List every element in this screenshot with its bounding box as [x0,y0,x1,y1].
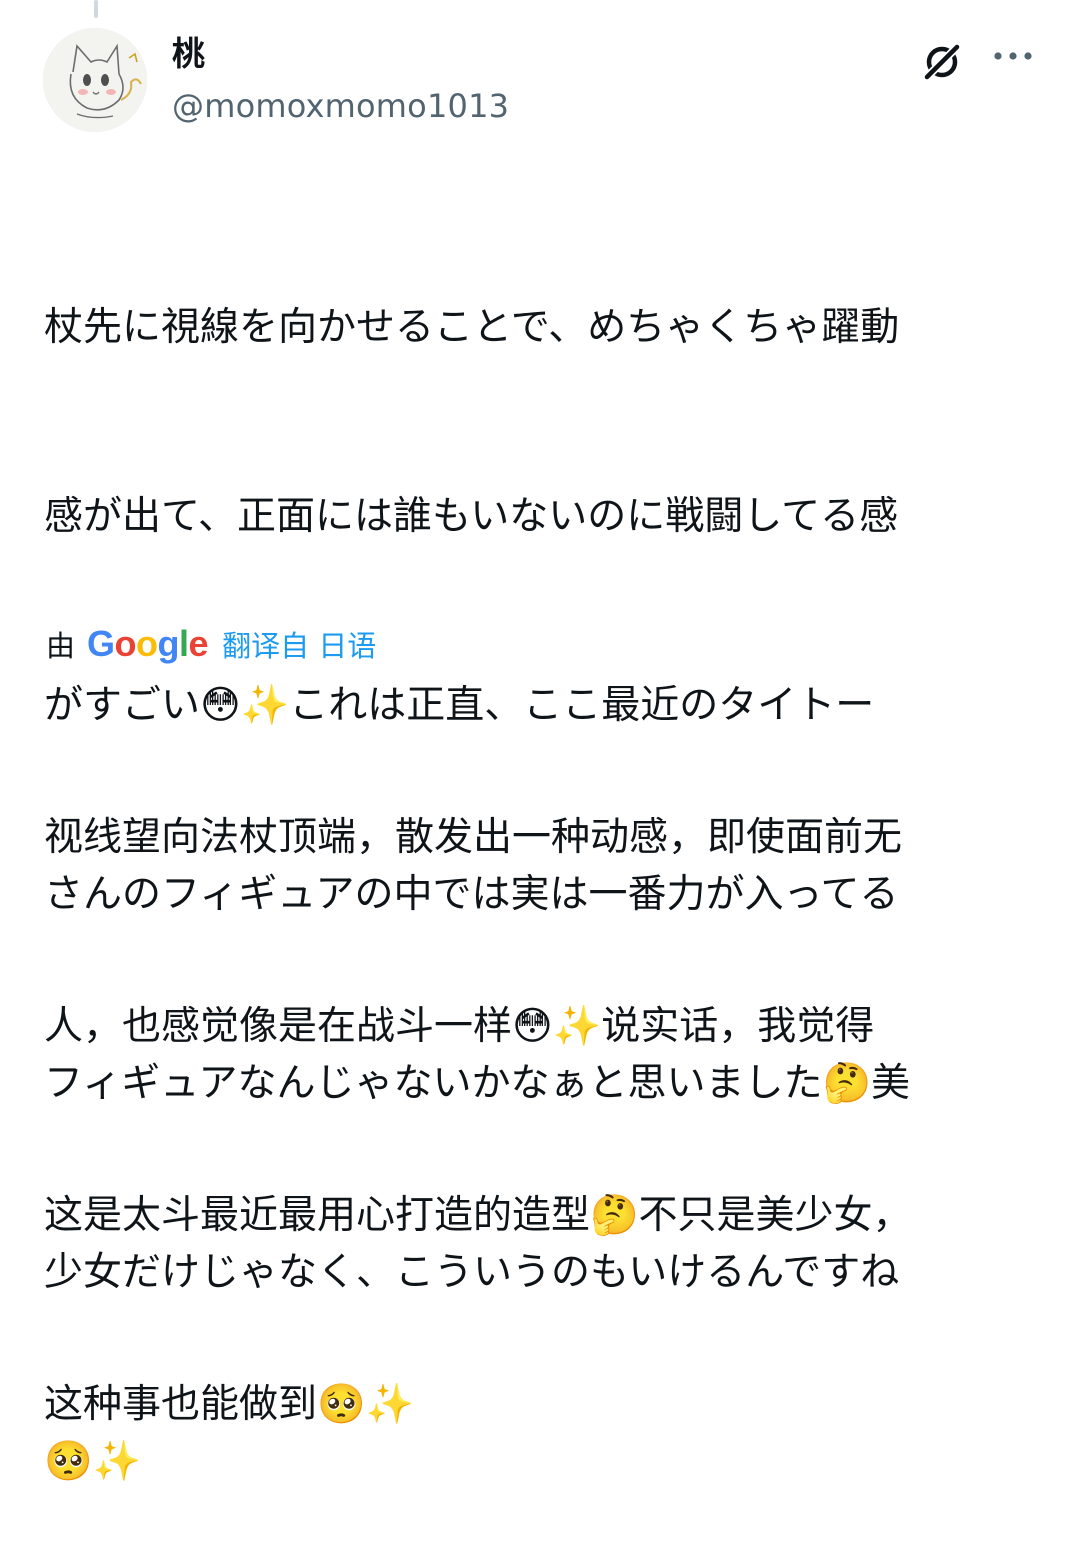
post-line: 杖先に視線を向かせることで、めちゃくちゃ躍動 [44,305,900,350]
translated-line: 人，也感觉像是在战斗一样😳✨说实话，我觉得 [44,1004,875,1049]
user-handle[interactable]: @momoxmomo1013 [172,86,509,126]
thread-connector-line [94,0,98,18]
translated-by-label: 由 [46,629,76,663]
translated-line: 这种事也能做到🥺✨ [44,1382,415,1427]
more-options-button[interactable] [985,36,1041,76]
avatar[interactable] [43,28,147,132]
more-icon [994,52,1032,60]
translated-line: 这是太斗最近最用心打造的造型🤔不只是美少女， [44,1193,912,1238]
display-name[interactable]: 桃 [172,34,205,74]
translated-line: 视线望向法杖顶端，散发出一种动感，即使面前无 [44,815,903,860]
post-line: 感が出て、正面には誰もいないのに戦闘してる感 [44,494,899,539]
cat-sketch-icon [43,28,147,132]
translated-from-link[interactable]: 翻译自 日语 [222,623,376,665]
grok-button[interactable] [916,36,968,88]
translated-text: 视线望向法杖顶端，散发出一种动感，即使面前无 人，也感觉像是在战斗一样😳✨说实话… [44,680,1034,1499]
grok-icon [923,43,961,81]
translation-attribution: 由 Google 翻译自 日语 [46,622,376,666]
google-logo: Google [87,623,209,664]
